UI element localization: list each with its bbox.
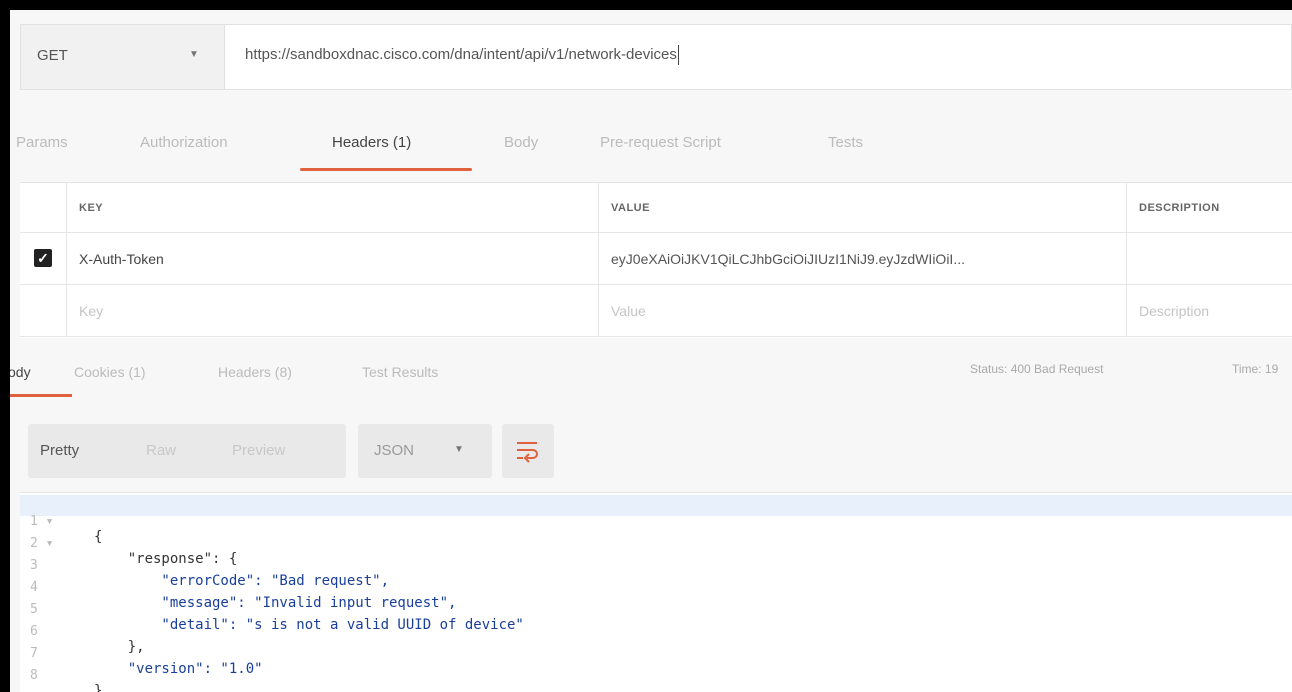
method-label: GET bbox=[37, 47, 68, 64]
header-value-cell[interactable]: eyJ0eXAiOiJKV1QiLCJhbGciOiJIUzI1NiJ9.eyJ… bbox=[598, 233, 1126, 284]
tab-tests[interactable]: Tests bbox=[828, 134, 863, 151]
response-time: Time: 19 bbox=[1232, 362, 1279, 376]
table-row-new: Key Value Description bbox=[20, 285, 1292, 337]
header-description-cell[interactable] bbox=[1126, 233, 1292, 284]
wrap-lines-icon bbox=[517, 442, 538, 463]
code-line: 2 ▾ "response": { bbox=[20, 517, 1292, 567]
chevron-down-icon: ▼ bbox=[454, 444, 464, 455]
tab-response-headers[interactable]: Headers (8) bbox=[218, 364, 292, 380]
url-text: https://sandboxdnac.cisco.com/dna/intent… bbox=[245, 45, 677, 63]
code-line: 6 }, bbox=[20, 605, 1292, 655]
active-tab-indicator bbox=[300, 168, 472, 171]
tab-test-results[interactable]: Test Results bbox=[362, 364, 438, 380]
table-row: ✓ X-Auth-Token eyJ0eXAiOiJKV1QiLCJhbGciO… bbox=[20, 233, 1292, 285]
request-bar: GET ▼ https://sandboxdnac.cisco.com/dna/… bbox=[20, 24, 1292, 90]
raw-button[interactable]: Raw bbox=[146, 442, 176, 459]
tab-authorization[interactable]: Authorization bbox=[140, 134, 228, 151]
tab-body[interactable]: Body bbox=[504, 134, 538, 151]
column-key: KEY bbox=[66, 183, 598, 232]
request-tabs: Params Authorization Headers (1) Body Pr… bbox=[10, 134, 1292, 170]
tab-response-body[interactable]: ody bbox=[10, 364, 31, 380]
column-value: VALUE bbox=[598, 183, 1126, 232]
method-select[interactable]: GET ▼ bbox=[21, 25, 225, 89]
header-key-cell[interactable]: X-Auth-Token bbox=[66, 233, 598, 284]
code-line: 8 } bbox=[20, 649, 1292, 692]
checkbox-checked-icon[interactable]: ✓ bbox=[34, 249, 52, 267]
tab-headers[interactable]: Headers (1) bbox=[332, 134, 411, 151]
tab-cookies[interactable]: Cookies (1) bbox=[74, 364, 146, 380]
text-caret bbox=[677, 45, 679, 65]
code-line: 4 "message": "Invalid input request", bbox=[20, 561, 1292, 611]
chevron-down-icon: ▼ bbox=[189, 49, 199, 60]
active-response-tab-indicator bbox=[10, 394, 72, 397]
format-label: JSON bbox=[374, 442, 415, 459]
value-input[interactable]: Value bbox=[598, 285, 1126, 336]
key-input[interactable]: Key bbox=[66, 285, 598, 336]
url-input[interactable]: https://sandboxdnac.cisco.com/dna/intent… bbox=[245, 45, 679, 65]
code-line: 5 "detail": "s is not a valid UUID of de… bbox=[20, 583, 1292, 633]
code-text: } bbox=[94, 683, 103, 692]
code-line: 1 ▾ { bbox=[20, 495, 1292, 545]
response-body-editor[interactable]: 1 ▾ { 2 ▾ "response": { 3 "errorCode": "… bbox=[20, 492, 1292, 692]
tab-pre-request-script[interactable]: Pre-request Script bbox=[600, 134, 721, 151]
wrap-lines-button[interactable] bbox=[502, 424, 554, 478]
column-description: DESCRIPTION bbox=[1126, 183, 1292, 232]
response-status: Status: 400 Bad Request bbox=[970, 362, 1104, 376]
tab-params[interactable]: Params bbox=[16, 134, 68, 151]
line-number: 8 bbox=[30, 668, 38, 683]
pretty-button[interactable]: Pretty bbox=[40, 442, 79, 459]
view-mode-group: Pretty Raw Preview bbox=[28, 424, 346, 478]
format-select[interactable]: JSON ▼ bbox=[358, 424, 492, 478]
code-line: 7 "version": "1.0" bbox=[20, 627, 1292, 677]
preview-button[interactable]: Preview bbox=[232, 442, 285, 459]
headers-table: KEY VALUE DESCRIPTION ✓ X-Auth-Token eyJ… bbox=[20, 182, 1292, 338]
table-header-row: KEY VALUE DESCRIPTION bbox=[20, 183, 1292, 233]
code-line: 3 "errorCode": "Bad request", bbox=[20, 539, 1292, 589]
postman-window: GET ▼ https://sandboxdnac.cisco.com/dna/… bbox=[10, 10, 1292, 692]
description-input[interactable]: Description bbox=[1126, 285, 1292, 336]
